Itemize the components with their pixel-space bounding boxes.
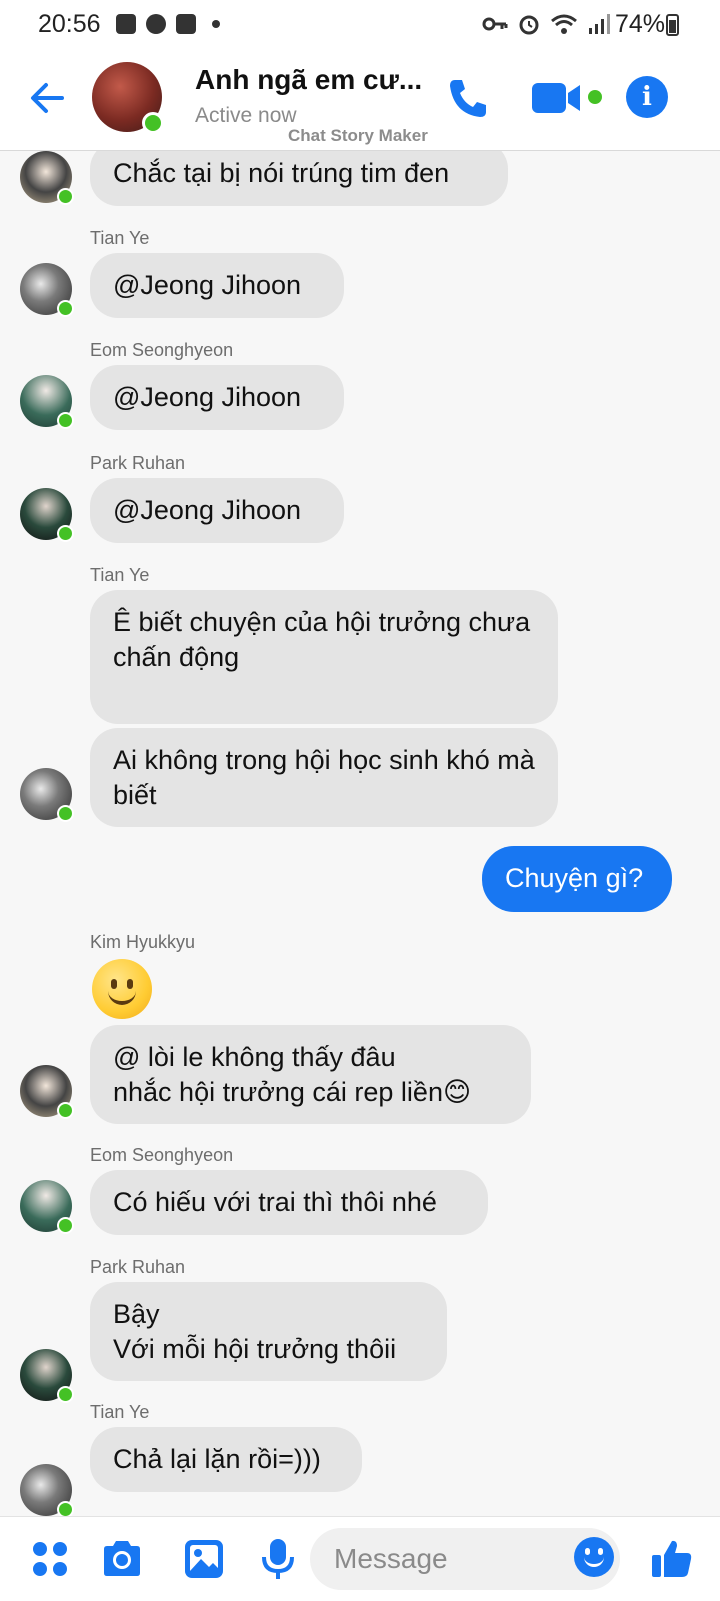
message-bubble[interactable]: @ lòi le không thấy đâu nhắc hội trưởng … (90, 1025, 531, 1124)
app-notification-icon (176, 14, 196, 34)
message-bubble[interactable]: Chắc tại bị nói trúng tim đen (90, 151, 508, 206)
online-indicator (57, 805, 74, 822)
more-notifications-icon (212, 20, 220, 28)
watermark: Chat Story Maker (288, 126, 428, 145)
message-list[interactable]: Chắc tại bị nói trúng tim đen Tian Ye @J… (0, 151, 720, 1516)
message-bubble[interactable]: Có hiếu với trai thì thôi nhé (90, 1170, 488, 1235)
online-indicator (57, 1501, 74, 1516)
online-indicator (57, 412, 74, 429)
avatar[interactable] (20, 768, 74, 822)
sender-name: Eom Seonghyeon (90, 1145, 234, 1165)
phone-call-button[interactable] (446, 76, 490, 120)
message-bubble[interactable]: @Jeong Jihoon (90, 478, 344, 543)
message-bubble[interactable]: Bậy Với mỗi hội trưởng thôii (90, 1282, 447, 1381)
message-bubble[interactable]: Ai không trong hội học sinh khó mà biết (90, 728, 558, 827)
online-indicator (142, 112, 164, 134)
avatar[interactable] (20, 1464, 74, 1516)
slightly-smiling-face-icon[interactable] (92, 959, 152, 1019)
sender-name: Tian Ye (90, 565, 150, 585)
online-indicator (57, 1386, 74, 1403)
status-time: 20:56 (38, 10, 101, 38)
message-bubble[interactable]: @Jeong Jihoon (90, 253, 344, 318)
composer-bar: Message (0, 1516, 720, 1601)
notification-icons (116, 14, 220, 34)
sender-name: Tian Ye (90, 1402, 150, 1422)
online-indicator (57, 300, 74, 317)
avatar[interactable] (20, 1349, 74, 1403)
message-bubble[interactable]: Ê biết chuyện của hội trưởng chưa chấn đ… (90, 590, 558, 724)
alarm-icon (519, 15, 539, 35)
sender-name: Park Ruhan (90, 453, 186, 473)
video-call-button[interactable] (532, 78, 582, 118)
status-bar: 20:56 74% (0, 0, 720, 50)
info-icon: i (642, 82, 652, 112)
online-indicator (57, 188, 74, 205)
video-active-dot (588, 90, 602, 104)
wifi-icon (551, 14, 577, 34)
avatar[interactable] (20, 375, 74, 429)
sender-name: Kim Hyukkyu (90, 932, 196, 952)
avatar[interactable] (20, 488, 74, 542)
online-indicator (57, 525, 74, 542)
system-icons (482, 13, 610, 35)
online-indicator (57, 1217, 74, 1234)
message-bubble[interactable]: @Jeong Jihoon (90, 365, 344, 430)
sender-name: Eom Seonghyeon (90, 340, 234, 360)
back-button[interactable] (26, 78, 66, 118)
camera-button[interactable] (100, 1537, 144, 1581)
sender-name: Tian Ye (90, 228, 150, 248)
group-avatar[interactable] (92, 62, 164, 134)
message-bubble[interactable]: Chả lại lặn rồi=))) (90, 1427, 362, 1492)
signal-icon (589, 14, 610, 34)
emoji-button[interactable] (574, 1537, 614, 1577)
thumbs-up-button[interactable] (650, 1537, 694, 1581)
avatar[interactable] (20, 263, 74, 317)
chat-title[interactable]: Anh ngã em cư... (195, 64, 422, 96)
sent-message-bubble[interactable]: Chuyện gì? (482, 846, 672, 912)
vpn-key-icon (482, 17, 508, 31)
battery-icon (666, 14, 679, 36)
messenger-notification-icon (146, 14, 166, 34)
chat-header: Anh ngã em cư... Active now Chat Story M… (0, 50, 720, 151)
gallery-notification-icon (116, 14, 136, 34)
avatar[interactable] (20, 1180, 74, 1234)
online-indicator (57, 1102, 74, 1119)
info-button[interactable]: i (626, 76, 668, 118)
sender-name: Park Ruhan (90, 1257, 186, 1277)
battery-percent: 74% (615, 10, 666, 38)
avatar[interactable] (20, 151, 74, 205)
active-status: Active now (195, 104, 297, 127)
avatar[interactable] (20, 1065, 74, 1119)
gallery-button[interactable] (182, 1537, 226, 1581)
more-actions-button[interactable] (28, 1537, 72, 1581)
microphone-button[interactable] (256, 1537, 300, 1581)
